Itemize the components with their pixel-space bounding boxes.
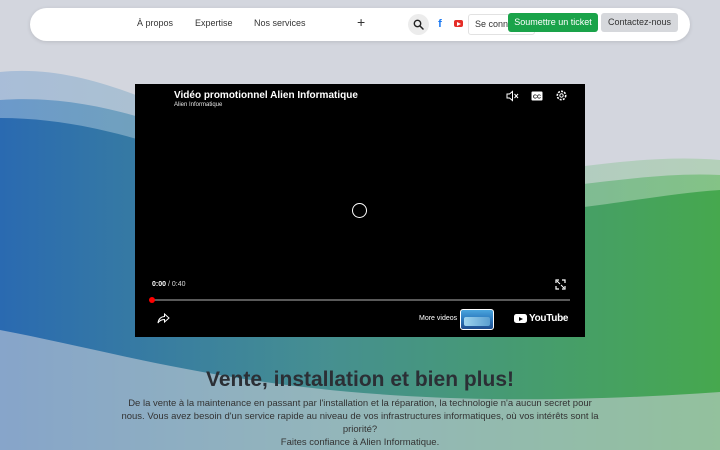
loading-spinner-icon [352,203,367,218]
captions-icon[interactable]: CC [531,90,543,102]
fullscreen-icon[interactable] [555,279,566,290]
facebook-icon[interactable]: f [436,17,444,31]
nav-link-expertise[interactable]: Expertise [195,18,233,28]
progress-bar[interactable] [149,297,570,303]
video-time: 0:00 / 0:40 [152,281,185,288]
youtube-play-icon [514,314,527,323]
current-time: 0:00 [152,281,167,288]
mute-icon[interactable] [506,90,519,102]
duration: 0:40 [171,281,186,288]
contact-button[interactable]: Contactez-nous [601,13,678,32]
youtube-wordmark: YouTube [529,313,569,324]
nav-link-a-propos[interactable]: À propos [137,18,173,28]
video-player[interactable]: Vidéo promotionnel Alien Informatique Al… [135,84,585,337]
search-button[interactable] [408,14,429,35]
more-videos-thumbnail[interactable] [460,309,494,330]
video-channel[interactable]: Alien Informatique [174,102,222,108]
search-icon [413,19,424,30]
svg-text:CC: CC [533,95,541,101]
hero-trust-line: Faites confiance à Alien Informatique. [280,437,440,448]
hero-title: Vente, installation et bien plus! [205,368,515,391]
gear-icon[interactable] [555,89,568,102]
youtube-icon[interactable] [454,20,463,27]
submit-ticket-button[interactable]: Soumettre un ticket [508,13,598,32]
nav-link-nos-services[interactable]: Nos services [254,18,306,28]
hero-description: De la vente à la maintenance en passant … [121,398,599,435]
video-title[interactable]: Vidéo promotionnel Alien Informatique [174,90,358,101]
nav-more-plus[interactable]: + [357,14,365,30]
more-videos-label[interactable]: More videos [419,315,457,322]
progress-scrubber[interactable] [149,297,155,303]
share-icon[interactable] [157,313,170,324]
